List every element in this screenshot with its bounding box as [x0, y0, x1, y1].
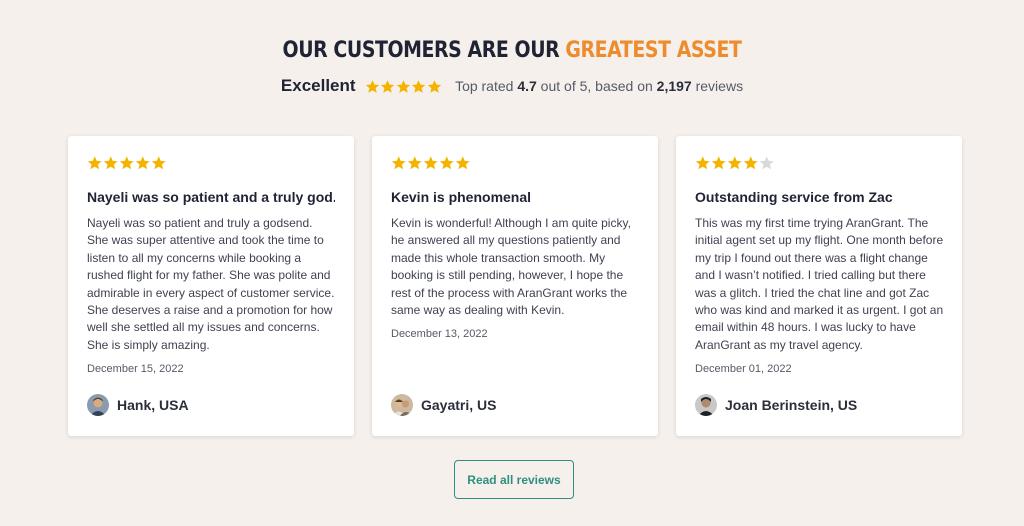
star-empty-icon [759, 155, 775, 171]
author-name: Gayatri, US [421, 397, 497, 413]
review-author: Joan Berinstein, US [695, 394, 857, 416]
review-body: This was my first time trying AranGrant.… [695, 216, 944, 352]
review-author: Hank, USA [87, 394, 189, 416]
star-filled-icon [455, 155, 471, 171]
review-stars [695, 155, 943, 171]
review-body: Kevin is wonderful! Although I am quite … [391, 216, 631, 318]
review-cards: Nayeli was so patient and a truly god...… [68, 136, 980, 436]
star-filled-icon [423, 155, 439, 171]
avatar [391, 394, 413, 416]
star-filled-icon [411, 79, 426, 94]
review-body: Nayeli was so patient and truly a godsen… [87, 216, 335, 352]
rated-suffix: reviews [691, 78, 744, 94]
review-date: December 01, 2022 [695, 363, 792, 376]
review-card: Outstanding service from Zac This was my… [676, 136, 962, 436]
avatar [87, 394, 109, 416]
star-filled-icon [135, 155, 151, 171]
star-filled-icon [695, 155, 711, 171]
star-filled-icon [391, 155, 407, 171]
avatar [695, 394, 717, 416]
rating-value: 4.7 [517, 78, 537, 94]
heading-main: OUR CUSTOMERS ARE OUR [282, 38, 566, 63]
section-heading: OUR CUSTOMERS ARE OUR GREATEST ASSET [72, 38, 953, 63]
star-filled-icon [407, 155, 423, 171]
author-name: Hank, USA [117, 397, 189, 413]
read-all-reviews-button[interactable]: Read all reviews [454, 460, 574, 499]
author-name: Joan Berinstein, US [725, 397, 858, 413]
star-filled-icon [743, 155, 759, 171]
star-filled-icon [87, 155, 103, 171]
star-filled-icon [103, 155, 119, 171]
star-filled-icon [396, 79, 411, 94]
rating-summary: Excellent Top rated 4.7 out of 5, based … [0, 76, 1024, 96]
summary-stars [365, 79, 443, 94]
review-card: Nayeli was so patient and a truly god...… [68, 136, 354, 436]
star-filled-icon [380, 79, 395, 94]
review-title: Outstanding service from Zac [695, 189, 893, 205]
rated-middle: out of 5, based on [536, 78, 657, 94]
rated-prefix: Top rated [455, 78, 518, 94]
star-filled-icon [439, 155, 455, 171]
star-filled-icon [727, 155, 743, 171]
rating-text: Top rated 4.7 out of 5, based on 2,197 r… [455, 78, 743, 94]
review-author: Gayatri, US [391, 394, 496, 416]
review-title: Nayeli was so patient and a truly god... [87, 189, 335, 205]
review-count: 2,197 [656, 78, 692, 94]
star-filled-icon [711, 155, 727, 171]
review-title: Kevin is phenomenal [391, 189, 532, 205]
review-stars [391, 155, 639, 171]
heading-accent: GREATEST ASSET [565, 38, 742, 63]
star-filled-icon [119, 155, 135, 171]
star-filled-icon [151, 155, 167, 171]
rating-label: Excellent [280, 76, 356, 95]
review-stars [87, 155, 335, 171]
star-filled-icon [365, 79, 380, 94]
review-card: Kevin is phenomenal Kevin is wonderful! … [372, 136, 658, 436]
review-date: December 15, 2022 [87, 363, 184, 376]
review-date: December 13, 2022 [391, 328, 488, 341]
star-filled-icon [427, 79, 442, 94]
